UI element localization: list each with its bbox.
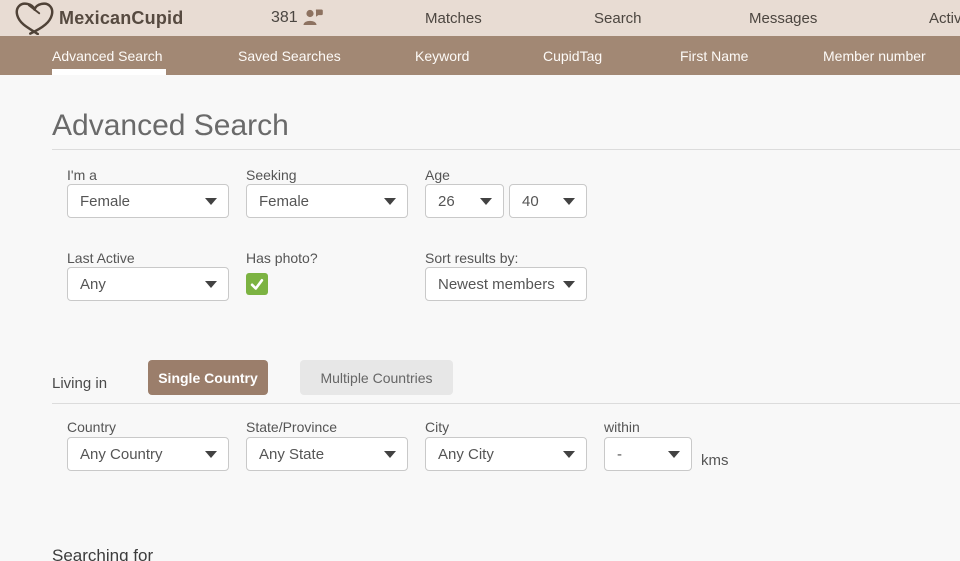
im-a-value: Female bbox=[80, 193, 130, 210]
seeking-value: Female bbox=[259, 193, 309, 210]
state-label: State/Province bbox=[246, 419, 337, 435]
within-label: within bbox=[604, 419, 640, 435]
state-select[interactable]: Any State bbox=[246, 437, 408, 471]
tab-member-number[interactable]: Member number bbox=[823, 36, 926, 75]
multiple-countries-button[interactable]: Multiple Countries bbox=[300, 360, 453, 395]
age-label: Age bbox=[425, 167, 450, 183]
tab-keyword[interactable]: Keyword bbox=[415, 36, 469, 75]
country-value: Any Country bbox=[80, 446, 163, 463]
city-value: Any City bbox=[438, 446, 494, 463]
living-in-label: Living in bbox=[52, 375, 107, 392]
tab-saved-searches[interactable]: Saved Searches bbox=[238, 36, 341, 75]
advanced-search-page: MexicanCupid 381 Matches Search Messages… bbox=[0, 0, 960, 561]
divider bbox=[52, 149, 960, 150]
chevron-down-icon bbox=[205, 451, 217, 458]
city-select[interactable]: Any City bbox=[425, 437, 587, 471]
matches-notification[interactable]: 381 bbox=[271, 0, 324, 36]
chevron-down-icon bbox=[563, 281, 575, 288]
sort-by-select[interactable]: Newest members bbox=[425, 267, 587, 301]
im-a-label: I'm a bbox=[67, 167, 97, 183]
has-photo-label: Has photo? bbox=[246, 250, 318, 266]
within-value: - bbox=[617, 446, 622, 463]
im-a-select[interactable]: Female bbox=[67, 184, 229, 218]
chevron-down-icon bbox=[205, 281, 217, 288]
brand-name: MexicanCupid bbox=[59, 8, 183, 29]
nav-matches[interactable]: Matches bbox=[425, 0, 482, 36]
within-select[interactable]: - bbox=[604, 437, 692, 471]
search-subnav: Advanced Search Saved Searches Keyword C… bbox=[0, 36, 960, 75]
tab-first-name[interactable]: First Name bbox=[680, 36, 748, 75]
checkmark-icon bbox=[248, 275, 266, 293]
chevron-down-icon bbox=[668, 451, 680, 458]
age-max-select[interactable]: 40 bbox=[509, 184, 587, 218]
kms-unit-label: kms bbox=[701, 452, 729, 469]
chevron-down-icon bbox=[205, 198, 217, 205]
nav-activity[interactable]: Activity bbox=[929, 0, 960, 36]
last-active-value: Any bbox=[80, 276, 106, 293]
country-select[interactable]: Any Country bbox=[67, 437, 229, 471]
chevron-down-icon bbox=[563, 198, 575, 205]
tab-cupidtag[interactable]: CupidTag bbox=[543, 36, 602, 75]
chevron-down-icon bbox=[384, 451, 396, 458]
nav-search[interactable]: Search bbox=[594, 0, 642, 36]
heart-logo-icon bbox=[13, 1, 56, 35]
chevron-down-icon bbox=[384, 198, 396, 205]
country-label: Country bbox=[67, 419, 116, 435]
brand-logo[interactable]: MexicanCupid bbox=[13, 1, 183, 35]
sort-by-value: Newest members bbox=[438, 276, 555, 293]
seeking-select[interactable]: Female bbox=[246, 184, 408, 218]
sort-by-label: Sort results by: bbox=[425, 250, 518, 266]
notification-count: 381 bbox=[271, 9, 298, 27]
person-notification-icon bbox=[302, 8, 324, 27]
age-min-value: 26 bbox=[438, 193, 455, 210]
age-min-select[interactable]: 26 bbox=[425, 184, 504, 218]
nav-messages[interactable]: Messages bbox=[749, 0, 817, 36]
top-header: MexicanCupid 381 Matches Search Messages… bbox=[0, 0, 960, 36]
searching-for-title: Searching for bbox=[52, 546, 153, 561]
has-photo-checkbox[interactable] bbox=[246, 273, 268, 295]
page-title: Advanced Search bbox=[52, 109, 289, 143]
chevron-down-icon bbox=[480, 198, 492, 205]
age-max-value: 40 bbox=[522, 193, 539, 210]
state-value: Any State bbox=[259, 446, 324, 463]
divider bbox=[52, 403, 960, 404]
last-active-label: Last Active bbox=[67, 250, 135, 266]
active-tab-underline bbox=[52, 69, 166, 75]
single-country-button[interactable]: Single Country bbox=[148, 360, 268, 395]
seeking-label: Seeking bbox=[246, 167, 297, 183]
city-label: City bbox=[425, 419, 449, 435]
chevron-down-icon bbox=[563, 451, 575, 458]
last-active-select[interactable]: Any bbox=[67, 267, 229, 301]
